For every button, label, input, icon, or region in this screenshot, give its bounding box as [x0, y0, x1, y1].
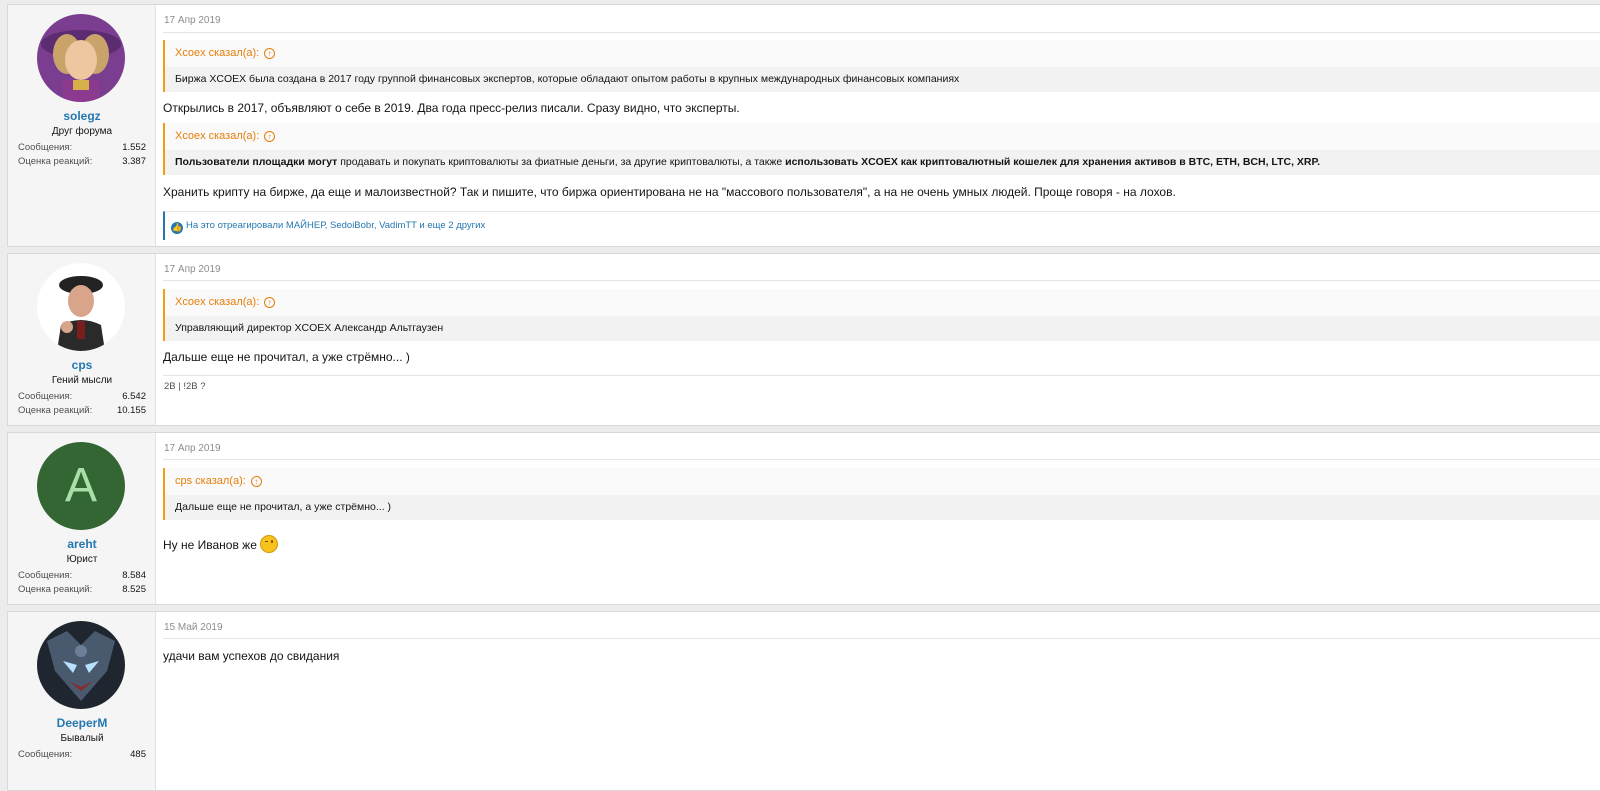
username[interactable]: DeeperM: [8, 716, 156, 730]
quote-bold: использовать XCOEX как криптовалютный ко…: [785, 156, 1321, 168]
stat-label: Оценка реакций:: [18, 405, 93, 416]
post-date[interactable]: 17 Апр 2019: [164, 264, 221, 275]
user-panel: DeeperM Бывалый Сообщения: 485: [8, 612, 156, 790]
post-text: Дальше еще не прочитал, а уже стрёмно...…: [163, 350, 410, 364]
avatar[interactable]: [37, 621, 125, 709]
avatar[interactable]: [37, 263, 125, 351]
wink-emoji-icon: [259, 535, 278, 553]
stat-value[interactable]: 485: [130, 749, 146, 760]
divider: [163, 375, 1600, 376]
arrow-up-circle-icon[interactable]: ↑: [250, 476, 262, 487]
stat-label: Оценка реакций:: [18, 156, 93, 167]
post: cps Гений мысли Сообщения: 6.542 Оценка …: [7, 253, 1600, 426]
stat-value[interactable]: 1.552: [122, 142, 146, 153]
stat-value[interactable]: 8.525: [122, 584, 146, 595]
reactions-bar[interactable]: 👍 На это отреагировали МАЙНЕР, SedoiBobr,…: [163, 211, 1600, 240]
post-text: Ну не Иванов же: [163, 535, 278, 553]
quote-block: Xcoex сказал(а): ↑ Управляющий директор X…: [163, 289, 1600, 341]
user-title: Друг форума: [51, 126, 113, 137]
quote-block: Xcoex сказал(а): ↑ Пользователи площадки …: [163, 123, 1600, 175]
stat-label: Сообщения:: [18, 749, 73, 760]
stat-value[interactable]: 10.155: [117, 405, 146, 416]
quote-author[interactable]: Xcoex сказал(а): ↑: [175, 130, 276, 142]
quote-author-text[interactable]: Xcoex сказал(а):: [175, 47, 259, 59]
divider: [163, 32, 1600, 33]
quote-author[interactable]: cps сказал(а): ↑: [175, 475, 262, 487]
divider: [163, 638, 1600, 639]
user-panel: cps Гений мысли Сообщения: 6.542 Оценка …: [8, 254, 156, 425]
stat-value[interactable]: 3.387: [122, 156, 146, 167]
quote-text: Пользователи площадки могут продавать и …: [165, 150, 1600, 175]
quote-plain: продавать и покупать криптовалюты за фиа…: [337, 156, 786, 168]
quote-text: Дальше еще не прочитал, а уже стрёмно...…: [165, 495, 1600, 520]
quote-author[interactable]: Xcoex сказал(а): ↑: [175, 47, 276, 59]
quote-author[interactable]: Xcoex сказал(а): ↑: [175, 296, 276, 308]
post: A areht Юрист Сообщения: 8.584 Оценка ре…: [7, 432, 1600, 605]
stat-label: Сообщения:: [18, 391, 73, 402]
post: DeeperM Бывалый Сообщения: 485 15 Май 20…: [7, 611, 1600, 791]
post-date[interactable]: 17 Апр 2019: [164, 443, 221, 454]
stat-label: Оценка реакций:: [18, 584, 93, 595]
post-date[interactable]: 17 Апр 2019: [164, 15, 221, 26]
post-text: удачи вам успехов до свидания: [163, 649, 340, 663]
thumbs-up-icon: 👍: [171, 222, 183, 234]
username[interactable]: areht: [8, 537, 156, 551]
quote-author-text[interactable]: Xcoex сказал(а):: [175, 296, 259, 308]
post-text: Открылись в 2017, объявляют о себе в 201…: [163, 101, 740, 115]
post-text-content: Ну не Иванов же: [163, 538, 257, 552]
stat-value[interactable]: 6.542: [122, 391, 146, 402]
user-panel: solegz Друг форума Сообщения: 1.552 Оцен…: [8, 5, 156, 246]
divider: [163, 459, 1600, 460]
arrow-up-circle-icon[interactable]: ↑: [264, 297, 276, 308]
quote-author-text[interactable]: cps сказал(а):: [175, 475, 246, 487]
reactions-text[interactable]: На это отреагировали МАЙНЕР, SedoiBobr, …: [186, 220, 485, 231]
arrow-up-circle-icon[interactable]: ↑: [264, 131, 276, 142]
username[interactable]: cps: [8, 358, 156, 372]
quote-text: Управляющий директор XCOEX Александр Аль…: [165, 316, 1600, 341]
user-panel: A areht Юрист Сообщения: 8.584 Оценка ре…: [8, 433, 156, 604]
signature: 2B | !2B ?: [164, 381, 206, 392]
post-text: Хранить крипту на бирже, да еще и малоиз…: [163, 185, 1176, 199]
user-title: Гений мысли: [51, 375, 113, 386]
user-title: Бывалый: [60, 733, 104, 744]
quote-text: Биржа XCOEX была создана в 2017 году гру…: [165, 67, 1600, 92]
stat-label: Сообщения:: [18, 570, 73, 581]
divider: [163, 280, 1600, 281]
quote-author-text[interactable]: Xcoex сказал(а):: [175, 130, 259, 142]
avatar[interactable]: [37, 14, 125, 102]
post: solegz Друг форума Сообщения: 1.552 Оцен…: [7, 4, 1600, 247]
arrow-up-circle-icon[interactable]: ↑: [264, 48, 276, 59]
user-title: Юрист: [66, 554, 98, 565]
avatar[interactable]: A: [37, 442, 125, 530]
stat-value[interactable]: 8.584: [122, 570, 146, 581]
quote-bold: Пользователи площадки могут: [175, 156, 338, 168]
quote-block: Xcoex сказал(а): ↑ Биржа XCOEX была созда…: [163, 40, 1600, 92]
post-date[interactable]: 15 Май 2019: [164, 622, 223, 633]
avatar-letter: A: [64, 459, 97, 512]
quote-block: cps сказал(а): ↑ Дальше еще не прочитал, …: [163, 468, 1600, 520]
username[interactable]: solegz: [8, 109, 156, 123]
stat-label: Сообщения:: [18, 142, 73, 153]
